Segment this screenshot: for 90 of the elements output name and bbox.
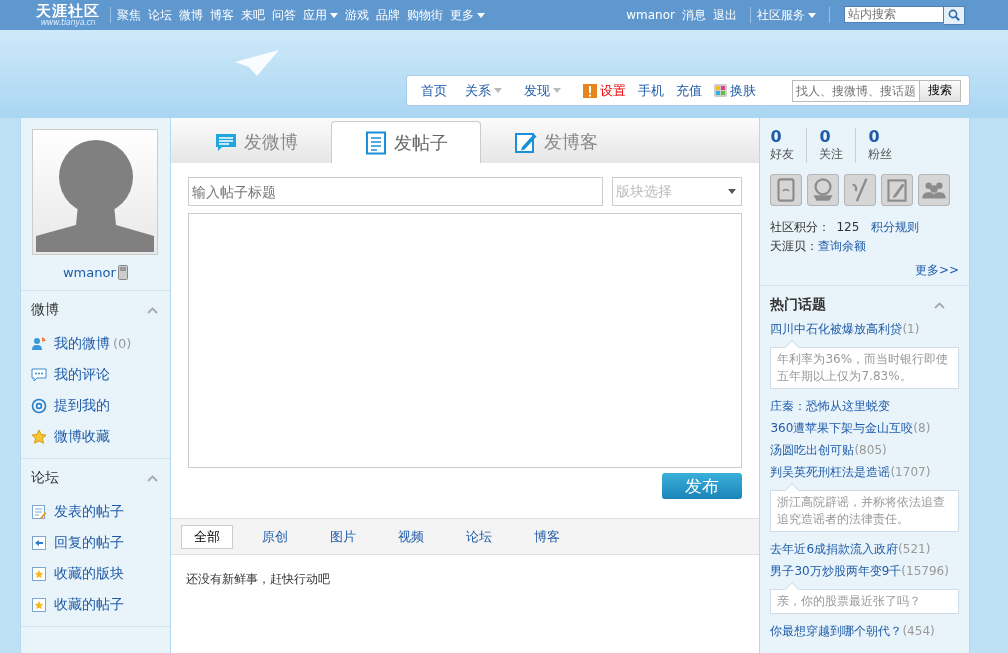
phone-icon bbox=[117, 265, 128, 280]
topic-count: (8) bbox=[913, 421, 931, 435]
user-icon bbox=[31, 335, 47, 352]
search-button[interactable]: 搜索 bbox=[920, 79, 961, 102]
pencil-edit-icon bbox=[513, 130, 538, 154]
comment-icon bbox=[31, 366, 47, 383]
post-body-field[interactable] bbox=[187, 213, 743, 468]
topic-count: (1707) bbox=[890, 465, 931, 479]
stat-value[interactable]: 0 bbox=[770, 128, 795, 146]
topic-link[interactable]: 你最想穿越到哪个朝代？ bbox=[770, 624, 903, 638]
stat-label: 关注 bbox=[819, 146, 844, 163]
balance-link[interactable]: 查询余额 bbox=[818, 239, 867, 253]
sidebar-link[interactable]: 回复的帖子 bbox=[54, 533, 124, 552]
palette-icon bbox=[714, 84, 727, 97]
filter-tab[interactable]: 原创 bbox=[248, 524, 301, 549]
sidebar-link[interactable]: 发表的帖子 bbox=[54, 502, 124, 521]
points-value: 125 bbox=[836, 220, 860, 234]
alert-icon bbox=[583, 83, 597, 98]
nav-link[interactable]: 手机 bbox=[638, 81, 664, 100]
people-search-field[interactable]: 找人、搜微博、搜话题 bbox=[792, 79, 920, 102]
document-icon bbox=[363, 130, 388, 155]
item-count: (0) bbox=[113, 336, 132, 351]
filter-tab[interactable]: 全部 bbox=[180, 524, 233, 549]
collapse-icon[interactable] bbox=[146, 474, 158, 482]
sidebar-link[interactable]: 收藏的帖子 bbox=[54, 595, 124, 614]
stat-value[interactable]: 0 bbox=[868, 128, 893, 146]
points-rules-link[interactable]: 积分规则 bbox=[871, 220, 920, 234]
skin-link[interactable]: 换肤 bbox=[714, 81, 756, 100]
reply-icon bbox=[31, 534, 47, 551]
stat-label: 粉丝 bbox=[868, 146, 893, 163]
points-label: 社区积分： bbox=[770, 220, 831, 234]
composer-tab[interactable]: 发博客 bbox=[480, 121, 631, 163]
topic-link[interactable]: 四川中石化被爆放高利贷 bbox=[770, 322, 903, 336]
coins-label: 天涯贝： bbox=[770, 239, 819, 253]
filter-tab[interactable]: 博客 bbox=[520, 524, 573, 549]
topic-count: (805) bbox=[854, 443, 887, 457]
publish-button[interactable]: 发布 bbox=[662, 473, 743, 499]
stat-label: 好友 bbox=[770, 146, 795, 163]
caret-icon bbox=[553, 88, 561, 93]
favorite-icon bbox=[31, 565, 47, 582]
topic-link[interactable]: 判吴英死刑枉法是造谣 bbox=[770, 465, 891, 479]
document-edit-icon bbox=[31, 503, 47, 520]
sidebar-link[interactable]: 我的微博 bbox=[54, 334, 110, 353]
composer-tab[interactable]: 发帖子 bbox=[330, 121, 481, 163]
note-app-button[interactable] bbox=[881, 174, 914, 206]
group-app-button[interactable] bbox=[918, 174, 951, 206]
star-icon bbox=[31, 428, 47, 445]
settings-link[interactable]: 设置 bbox=[583, 81, 626, 100]
nav-link[interactable]: 充值 bbox=[676, 81, 702, 100]
caret-icon bbox=[494, 88, 502, 93]
search-button[interactable] bbox=[944, 5, 965, 25]
topic-link[interactable]: 男子30万炒股两年变9千 bbox=[770, 564, 902, 578]
topic-link[interactable]: 去年近6成捐款流入政府 bbox=[770, 542, 899, 556]
paper-plane-icon bbox=[235, 50, 279, 76]
topic-link[interactable]: 360遭苹果下架与金山互咬 bbox=[770, 421, 914, 435]
favorite-icon bbox=[31, 596, 47, 613]
topic-count: (1) bbox=[902, 322, 920, 336]
topic-count: (15796) bbox=[901, 564, 949, 578]
stat-value[interactable]: 0 bbox=[819, 128, 844, 146]
phone-app-button[interactable] bbox=[770, 174, 803, 206]
collapse-icon[interactable] bbox=[934, 301, 945, 309]
nav-link[interactable]: 首页 bbox=[421, 81, 447, 100]
nav-link[interactable]: 关系 bbox=[465, 81, 502, 100]
sidebar-link[interactable]: 收藏的版块 bbox=[54, 564, 124, 583]
topic-link[interactable]: 汤圆吃出创可贴 bbox=[770, 443, 855, 457]
bowl-app-button[interactable] bbox=[807, 174, 840, 206]
sidebar-link[interactable]: 提到我的 bbox=[54, 396, 110, 415]
filter-tab[interactable]: 论坛 bbox=[452, 524, 505, 549]
caret-icon bbox=[728, 189, 737, 194]
section-title: 微博 bbox=[31, 301, 59, 319]
username-link[interactable]: wmanor bbox=[62, 265, 116, 280]
composer-tab[interactable]: 发微博 bbox=[180, 121, 331, 163]
filter-tab[interactable]: 图片 bbox=[316, 524, 369, 549]
topic-count: (454) bbox=[902, 624, 935, 638]
caret-icon bbox=[808, 12, 816, 18]
topic-count: (521) bbox=[898, 542, 931, 556]
filter-tab[interactable]: 视频 bbox=[384, 524, 437, 549]
site-search-field[interactable]: 站内搜索 bbox=[844, 5, 944, 23]
post-title-field[interactable]: 输入帖子标题 bbox=[187, 177, 603, 206]
search-icon bbox=[948, 9, 960, 21]
section-title: 热门话题 bbox=[770, 296, 827, 314]
sidebar-link[interactable]: 我的评论 bbox=[54, 365, 110, 384]
empty-feed-message: 还没有新鲜事，赶快行动吧 bbox=[184, 571, 331, 588]
more-link[interactable]: 更多>> bbox=[914, 263, 959, 277]
collapse-icon[interactable] bbox=[146, 306, 158, 314]
topic-link[interactable]: 庄秦：恐怖从这里蜕变 bbox=[770, 399, 891, 413]
brush-app-button[interactable] bbox=[844, 174, 877, 206]
section-title: 论坛 bbox=[31, 469, 59, 487]
nav-link[interactable]: 发现 bbox=[524, 81, 561, 100]
sidebar-link[interactable]: 微博收藏 bbox=[54, 427, 110, 446]
